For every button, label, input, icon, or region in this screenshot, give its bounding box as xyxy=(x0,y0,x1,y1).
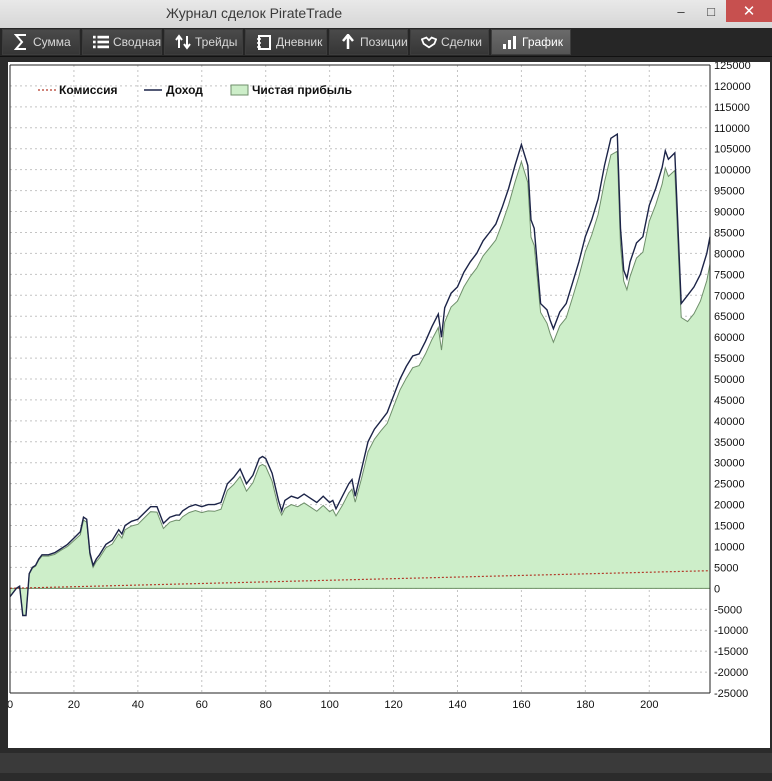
y-tick-label: 85000 xyxy=(714,227,745,239)
tab-label: Дневник xyxy=(276,35,323,49)
x-tick-label: 20 xyxy=(68,699,80,711)
net-profit-area xyxy=(10,151,710,616)
y-tick-label: 25000 xyxy=(714,479,745,491)
tab-svodnaya[interactable]: Сводная xyxy=(82,29,162,55)
x-tick-label: 80 xyxy=(260,699,272,711)
y-tick-label: -10000 xyxy=(714,625,748,637)
y-tick-label: 95000 xyxy=(714,186,745,198)
x-tick-label: 120 xyxy=(384,699,402,711)
y-tick-label: 55000 xyxy=(714,353,745,365)
tab-dnevnik[interactable]: Дневник xyxy=(245,29,327,55)
sigma-icon xyxy=(13,34,29,50)
y-tick-label: 40000 xyxy=(714,416,745,428)
swap-arrows-icon xyxy=(175,34,191,50)
chart-panel: 125000 120000 115000 110000 105000 100000 9500… xyxy=(7,60,770,748)
y-tick-label: 50000 xyxy=(714,374,745,386)
x-tick-label: 140 xyxy=(448,699,466,711)
x-tick-label: 100 xyxy=(320,699,338,711)
y-tick-label: 75000 xyxy=(714,269,745,281)
arrow-up-icon xyxy=(340,34,356,50)
handshake-icon xyxy=(421,34,437,50)
tab-label: Трейды xyxy=(195,35,238,49)
y-tick-label: -15000 xyxy=(714,646,748,658)
close-icon: ✕ xyxy=(742,3,756,20)
y-tick-label: 10000 xyxy=(714,541,745,553)
x-tick-label: 160 xyxy=(512,699,530,711)
y-tick-label: 15000 xyxy=(714,521,745,533)
tab-sdelki[interactable]: Сделки xyxy=(410,29,489,55)
equity-chart: 1250001200001150001100001050001000009500… xyxy=(7,60,751,711)
tab-label: Сумма xyxy=(33,35,71,49)
legend-swatch-net-profit xyxy=(230,84,249,96)
legend-label-income: Доход xyxy=(166,83,203,97)
tab-summa[interactable]: Сумма xyxy=(2,29,80,55)
legend-label-commission: Комиссия xyxy=(59,83,117,97)
y-tick-label: 20000 xyxy=(714,500,745,512)
tab-label: Сделки xyxy=(441,35,482,49)
maximize-button[interactable]: □ xyxy=(696,0,726,22)
legend-label-net-profit: Чистая прибыль xyxy=(252,83,352,97)
list-icon xyxy=(93,34,109,50)
tab-pozitsii[interactable]: Позиции xyxy=(329,29,408,55)
x-tick-label: 180 xyxy=(576,699,594,711)
y-tick-label: 120000 xyxy=(714,81,751,93)
y-tick-label: 60000 xyxy=(714,332,745,344)
tab-grafik[interactable]: График xyxy=(491,29,571,55)
minimize-icon: – xyxy=(677,3,685,19)
y-tick-label: 0 xyxy=(714,583,720,595)
y-tick-label: 70000 xyxy=(714,290,745,302)
y-tick-label: 115000 xyxy=(714,102,750,114)
y-tick-label: 125000 xyxy=(714,62,751,72)
bar-chart-icon xyxy=(502,34,518,50)
window-controls: – □ ✕ xyxy=(666,0,772,22)
x-tick-label: 0 xyxy=(8,699,13,711)
toolbar: Сумма Сводная Трейды Дневник Позиции Сде… xyxy=(0,28,772,57)
y-tick-label: -25000 xyxy=(714,688,748,700)
window-title: Журнал сделок PirateTrade xyxy=(166,5,343,21)
notebook-icon xyxy=(256,34,272,50)
y-tick-label: 35000 xyxy=(714,437,745,449)
y-tick-label: -20000 xyxy=(714,667,748,679)
y-tick-label: 105000 xyxy=(714,144,751,156)
close-button[interactable]: ✕ xyxy=(726,0,772,22)
x-tick-label: 60 xyxy=(196,699,208,711)
window-bottom-edge xyxy=(0,773,772,781)
tab-label: Позиции xyxy=(360,35,408,49)
tab-label: График xyxy=(522,35,563,49)
y-tick-label: 90000 xyxy=(714,207,745,219)
title-bar: Журнал сделок PirateTrade – □ ✕ xyxy=(0,0,772,28)
maximize-icon: □ xyxy=(707,3,715,19)
y-tick-label: 30000 xyxy=(714,458,745,470)
y-tick-label: -5000 xyxy=(714,604,742,616)
x-tick-label: 200 xyxy=(640,699,658,711)
tab-treidy[interactable]: Трейды xyxy=(164,29,243,55)
minimize-button[interactable]: – xyxy=(666,0,696,22)
y-tick-label: 45000 xyxy=(714,395,745,407)
series-layer xyxy=(9,132,711,617)
y-tick-label: 110000 xyxy=(714,123,750,135)
legend: Комиссия Доход Чистая прибыль xyxy=(38,83,352,97)
x-tick-label: 40 xyxy=(132,699,144,711)
tab-label: Сводная xyxy=(113,35,162,49)
y-tick-label: 100000 xyxy=(714,165,751,177)
y-tick-label: 5000 xyxy=(714,562,738,574)
y-tick-label: 65000 xyxy=(714,311,745,323)
y-tick-label: 80000 xyxy=(714,248,745,260)
status-bar xyxy=(0,753,772,773)
